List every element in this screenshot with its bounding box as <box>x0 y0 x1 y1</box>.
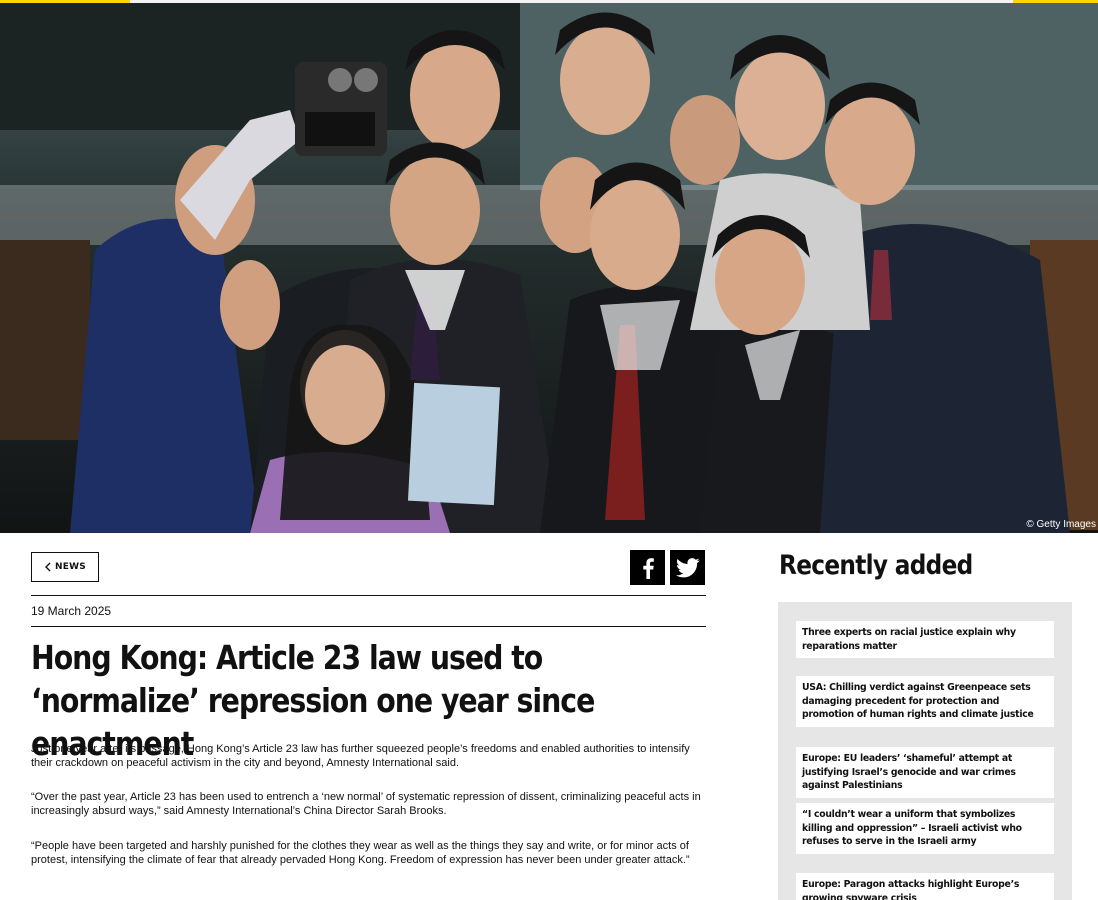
facebook-icon <box>642 557 654 579</box>
recently-added-item-title: USA: Chilling verdict against Greenpeace… <box>802 682 1034 720</box>
news-back-button[interactable]: NEWS <box>31 552 99 582</box>
recently-added-item[interactable]: USA: Chilling verdict against Greenpeace… <box>796 676 1054 727</box>
accent-bar-right <box>1013 0 1098 3</box>
hero-photo-illustration <box>0 0 1098 533</box>
recently-added-item[interactable]: Europe: Paragon attacks highlight Europe… <box>796 873 1054 900</box>
twitter-share-button[interactable] <box>670 550 705 585</box>
news-back-label: NEWS <box>55 562 86 572</box>
recently-added-item-title: Three experts on racial justice explain … <box>802 627 1016 652</box>
recently-added-item[interactable]: “I couldn’t wear a uniform that symboliz… <box>796 803 1054 854</box>
article-paragraph: Just one year after its passage, Hong Ko… <box>31 743 690 769</box>
recently-added-item-title: Europe: Paragon attacks highlight Europe… <box>802 879 1020 900</box>
hero-top-strip <box>0 0 1098 3</box>
divider-top <box>31 595 706 596</box>
article-paragraph: “Over the past year, Article 23 has been… <box>31 791 701 817</box>
recently-added-heading: Recently added <box>779 550 973 581</box>
facebook-share-button[interactable] <box>630 550 665 585</box>
divider-bottom <box>31 626 706 627</box>
chevron-left-icon <box>45 562 51 572</box>
recently-added-panel: Three experts on racial justice explain … <box>778 602 1072 900</box>
recently-added-item[interactable]: Europe: EU leaders’ ‘shameful’ attempt a… <box>796 747 1054 798</box>
article-paragraph: “People have been targeted and harshly p… <box>31 840 690 866</box>
hero-image: © Getty Images <box>0 0 1098 533</box>
twitter-icon <box>675 557 699 577</box>
article-date: 19 March 2025 <box>31 604 112 618</box>
accent-bar-left <box>0 0 130 3</box>
recently-added-item[interactable]: Three experts on racial justice explain … <box>796 621 1054 658</box>
recently-added-item-title: Europe: EU leaders’ ‘shameful’ attempt a… <box>802 753 1016 791</box>
photo-credit: © Getty Images <box>1026 519 1096 530</box>
recently-added-item-title: “I couldn’t wear a uniform that symboliz… <box>802 809 1022 847</box>
